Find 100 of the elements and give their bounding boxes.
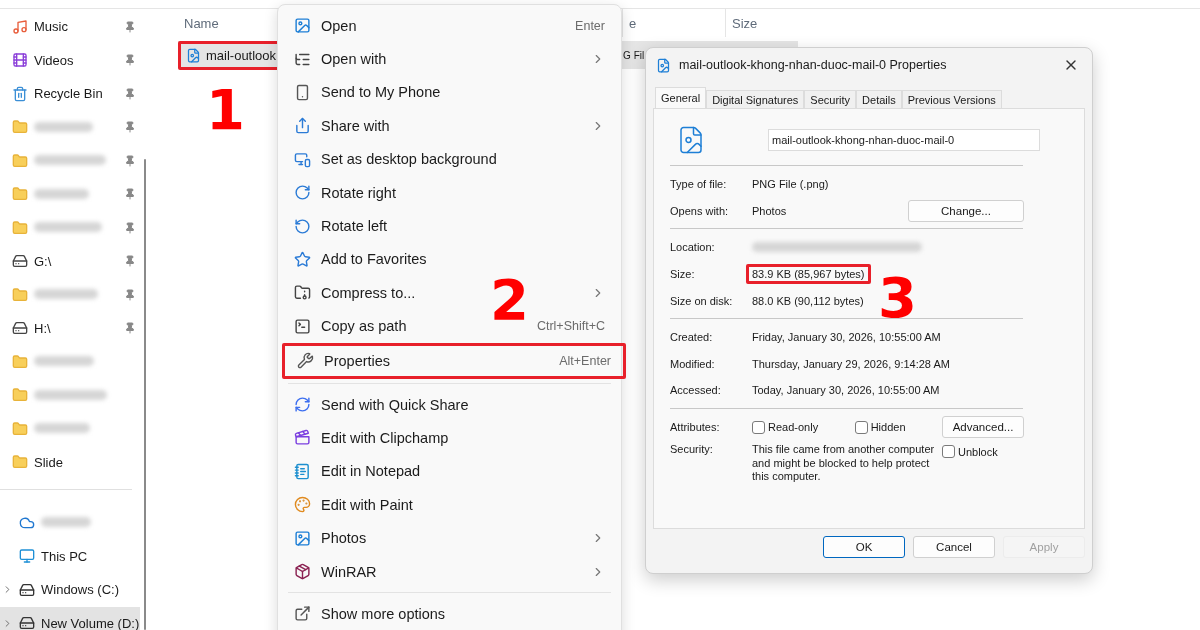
tab[interactable]: General — [655, 87, 707, 108]
menu-item[interactable]: Edit with Paint — [294, 496, 413, 514]
image-file-icon — [656, 57, 671, 73]
image-icon — [294, 529, 311, 547]
tab[interactable]: Security — [804, 90, 857, 108]
menu-item[interactable]: Rotate left — [294, 217, 388, 235]
step-number: 1 — [206, 82, 245, 138]
menu-item[interactable]: Share with — [294, 117, 390, 135]
field-label: Created: — [670, 331, 714, 344]
shortcut-text: Enter — [575, 18, 605, 33]
folder-icon — [12, 286, 28, 303]
menu-item[interactable]: Open — [294, 17, 357, 35]
file-name-field[interactable]: mail-outlook-khong-nhan-duoc-mail-0 — [768, 129, 1040, 151]
security-message: This file came from another computer and might be blocked to help protect this computer. — [752, 443, 936, 484]
rotate-right-icon — [294, 184, 311, 202]
music-icon — [12, 18, 28, 35]
wrench-icon — [297, 352, 314, 370]
notepad-icon — [294, 462, 311, 480]
menu-item[interactable]: Send to My Phone — [294, 83, 441, 101]
drive-icon — [19, 581, 35, 598]
change-button[interactable]: Change... — [908, 199, 1024, 222]
step-number: 2 — [490, 272, 529, 328]
blurred-label — [34, 188, 89, 199]
field-label: Location: — [670, 241, 716, 254]
sidebar-item[interactable]: G:\ — [0, 244, 140, 278]
sidebar-item[interactable]: Windows (C:) — [0, 573, 140, 607]
field-label: Accessed: — [670, 384, 722, 397]
recycle-bin-icon — [12, 85, 28, 102]
drive-icon — [19, 615, 35, 630]
folder-icon — [12, 420, 28, 437]
field-value: 88.0 KB (90,112 bytes) — [752, 294, 865, 307]
checkbox[interactable]: Read-only — [752, 420, 819, 434]
menu-item[interactable]: Compress to... — [294, 284, 416, 302]
rotate-left-icon — [294, 217, 311, 235]
monitor-icon — [294, 150, 311, 168]
menu-item[interactable]: Set as desktop background — [294, 150, 497, 168]
blurred-label — [34, 155, 106, 166]
field-label: Size: — [670, 268, 696, 281]
window-title: mail-outlook-khong-nhan-duoc-mail-0 Properties — [679, 58, 948, 72]
menu-item[interactable]: Edit with Clipchamp — [294, 429, 449, 447]
film-icon — [12, 52, 28, 69]
sidebar-item[interactable]: H:\ — [0, 311, 140, 345]
sidebar-item[interactable]: Videos — [0, 43, 140, 77]
menu-item[interactable]: Copy as path — [294, 317, 407, 335]
palette-icon — [294, 496, 311, 514]
drive-icon — [12, 320, 28, 337]
phone-icon — [294, 83, 311, 101]
sidebar-item[interactable]: This PC — [0, 539, 140, 573]
image-file-icon — [186, 47, 201, 63]
folder-icon — [12, 119, 28, 136]
star-icon — [294, 250, 311, 268]
tab[interactable]: Details — [856, 90, 902, 108]
step-number: 3 — [878, 270, 917, 326]
dialog-button[interactable]: Cancel — [913, 536, 995, 558]
shortcut-text: Ctrl+Shift+C — [536, 319, 605, 334]
tab[interactable]: Previous Versions — [901, 90, 1002, 108]
shortcut-text: Alt+Enter — [559, 353, 611, 368]
sidebar-item[interactable]: Recycle Bin — [0, 77, 140, 111]
image-icon — [294, 17, 311, 35]
field-value: 83.9 KB (85,967 bytes) — [752, 268, 865, 281]
field-value: Friday, January 30, 2026, 10:55:00 AM — [752, 331, 942, 344]
checkbox[interactable]: Hidden — [854, 420, 906, 434]
field-value: Thursday, January 29, 2026, 9:14:28 AM — [752, 357, 951, 370]
menu-item[interactable]: Show more options — [294, 605, 446, 623]
blurred-label — [34, 222, 102, 233]
sidebar-item[interactable]: New Volume (D:) — [0, 606, 140, 630]
computer-icon — [19, 548, 35, 565]
menu-item[interactable]: Properties — [297, 352, 391, 370]
folder-icon — [12, 152, 28, 169]
quick-share-icon — [294, 396, 311, 414]
sidebar-item[interactable]: Slide — [0, 445, 140, 479]
scrollbar[interactable] — [144, 159, 146, 630]
menu-item[interactable]: Open with — [294, 50, 387, 68]
archive-icon — [294, 563, 311, 581]
advanced-button[interactable]: Advanced... — [942, 416, 1024, 439]
clapperboard-icon — [294, 429, 311, 447]
field-value: Photos — [752, 204, 787, 217]
blurred-label — [41, 517, 91, 528]
menu-item[interactable]: Send with Quick Share — [294, 396, 469, 414]
blurred-label — [34, 356, 94, 367]
menu-item[interactable]: WinRAR — [294, 563, 377, 581]
folder-icon — [12, 387, 28, 404]
tab[interactable]: Digital Signatures — [706, 90, 805, 108]
file-name: mail-outlook — [206, 47, 277, 63]
blurred-label — [34, 121, 93, 132]
field-label: Type of file: — [670, 178, 728, 191]
menu-item[interactable]: Edit in Notepad — [294, 462, 421, 480]
menu-item[interactable]: Photos — [294, 529, 367, 547]
checkbox[interactable]: Unblock — [942, 445, 998, 459]
field-label: Attributes: — [670, 421, 721, 434]
dialog-button[interactable]: OK — [823, 536, 905, 558]
menu-item[interactable]: Add to Favorites — [294, 250, 427, 268]
menu-item[interactable]: Rotate right — [294, 184, 396, 202]
archive-folder-icon — [294, 284, 311, 302]
path-icon — [294, 317, 311, 335]
column-header[interactable]: Size — [725, 9, 825, 37]
sidebar-item[interactable]: Music — [0, 10, 140, 44]
file-type: G Fil — [623, 49, 645, 61]
external-icon — [294, 605, 311, 623]
share-icon — [294, 117, 311, 135]
